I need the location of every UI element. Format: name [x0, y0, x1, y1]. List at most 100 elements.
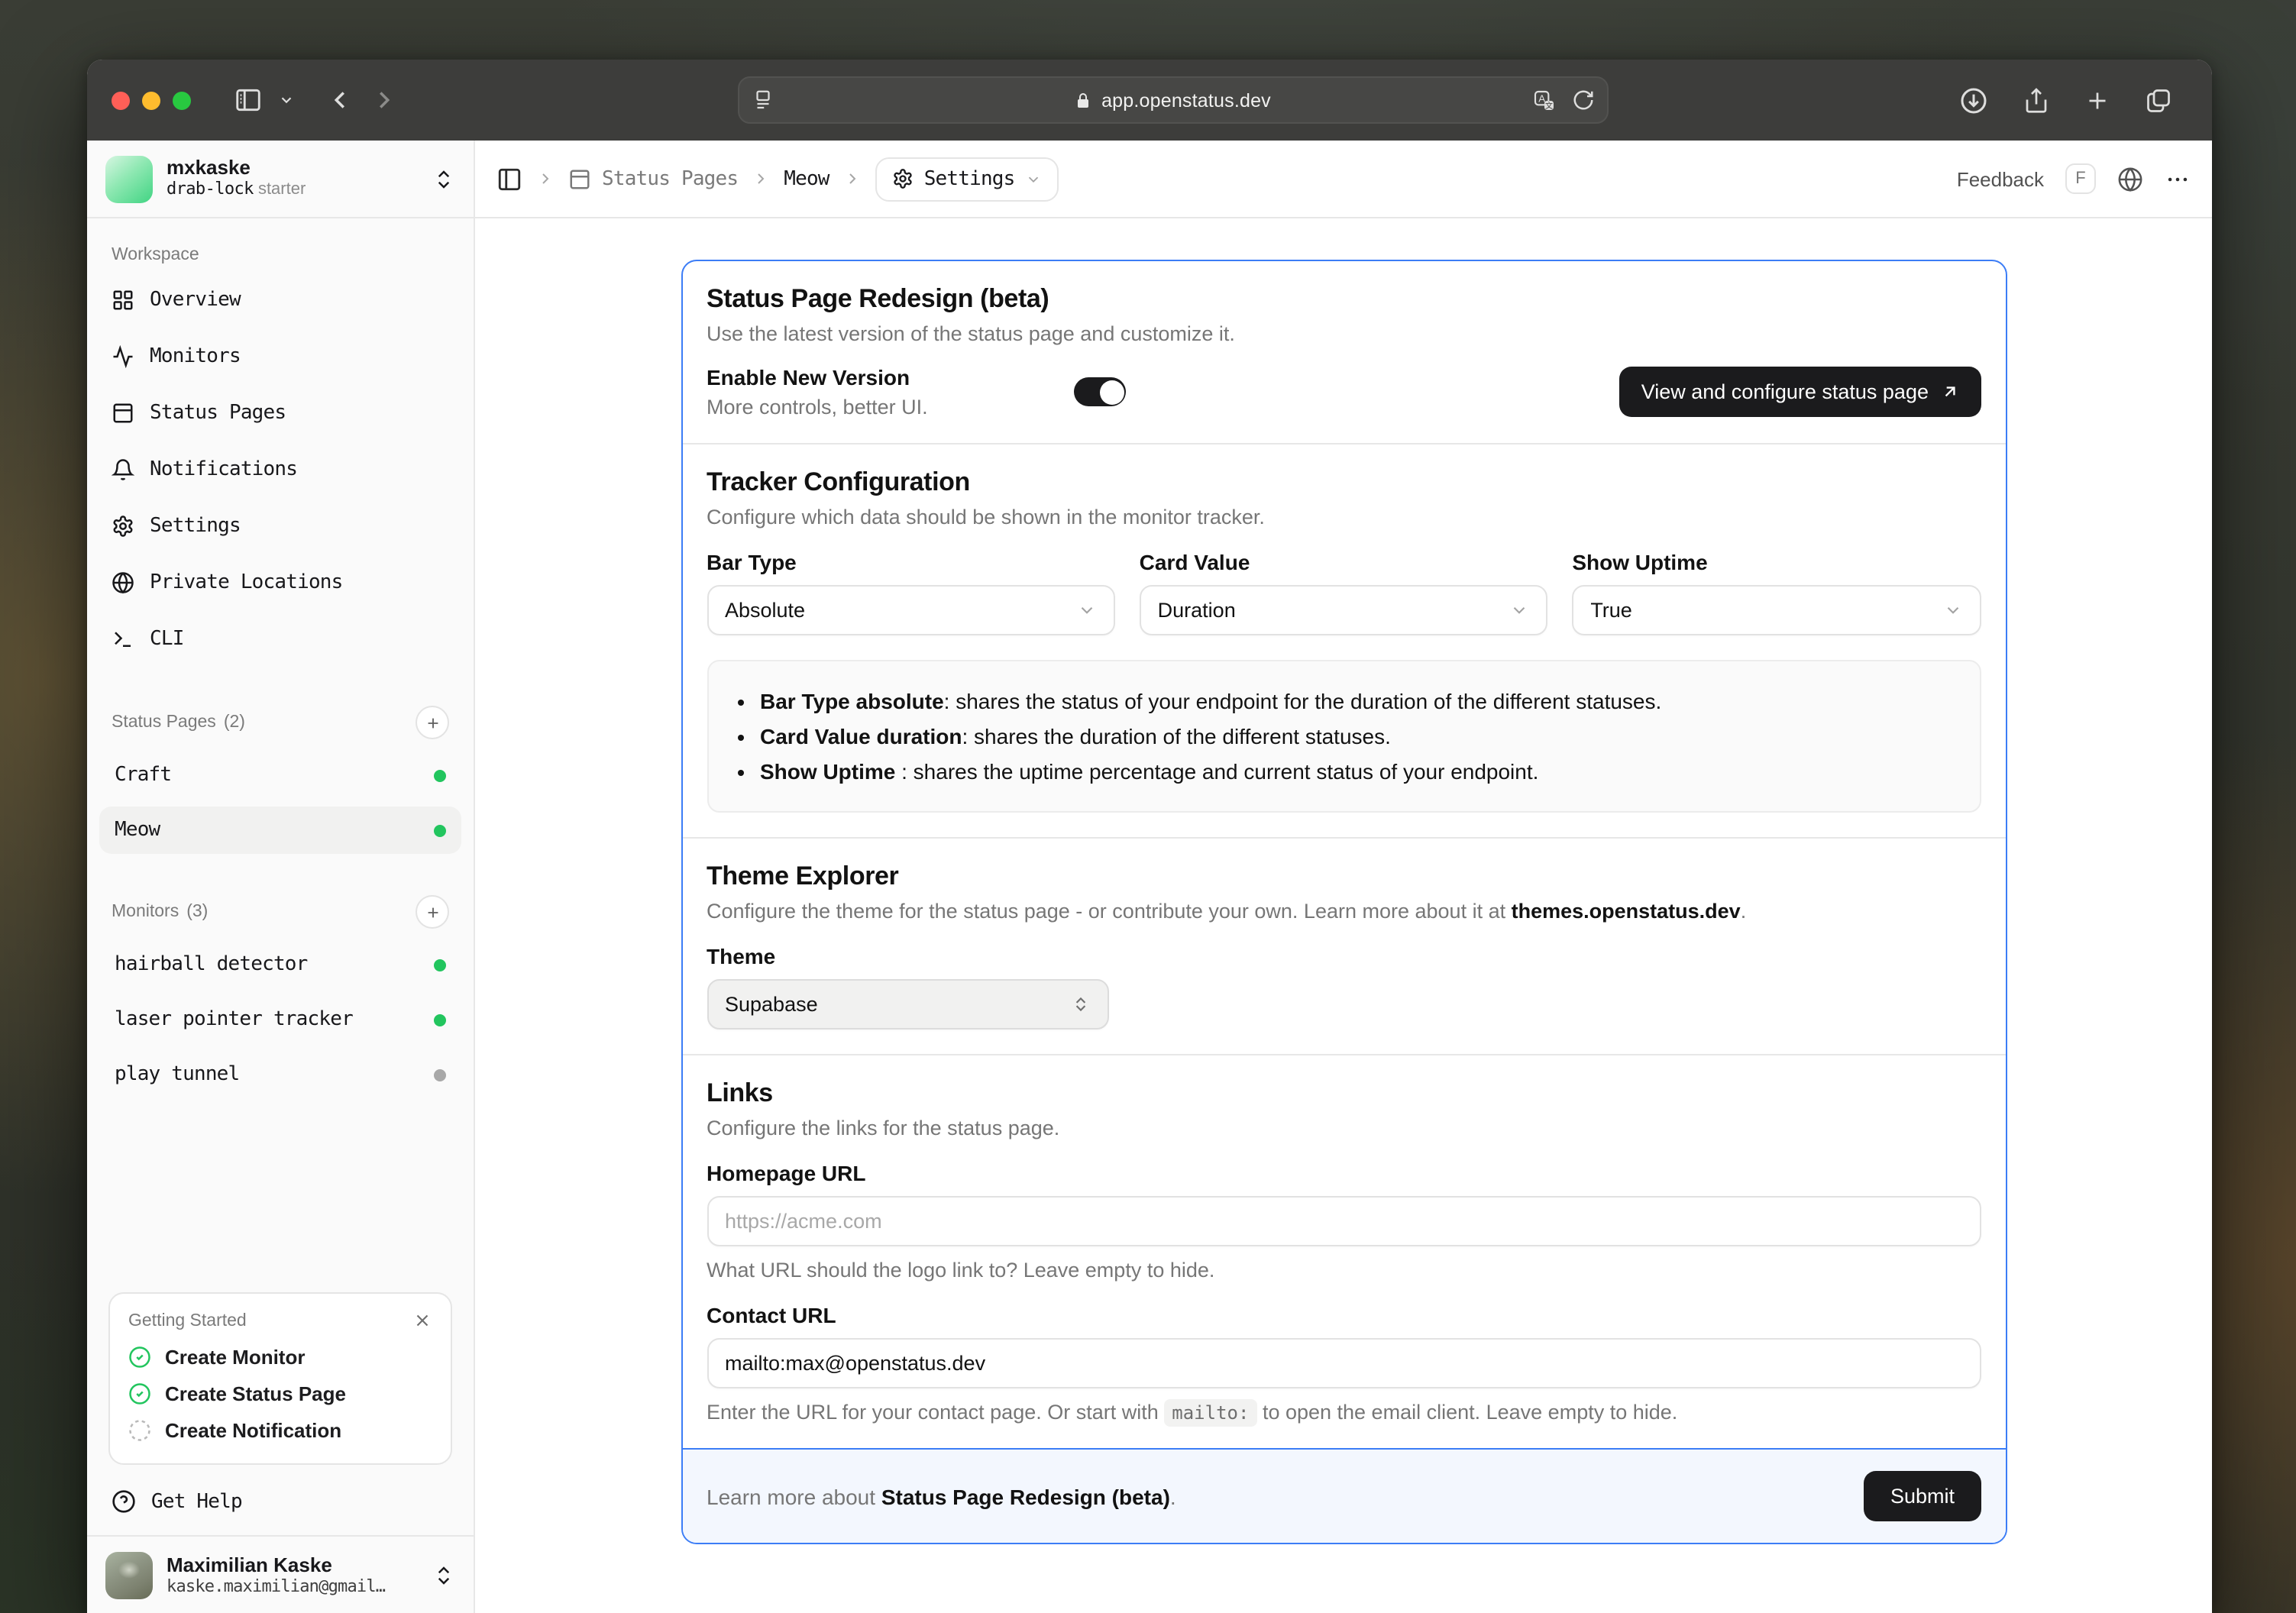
- chevron-down-icon: [1077, 600, 1097, 620]
- status-dot-operational: [434, 824, 446, 836]
- themes-link[interactable]: themes.openstatus.dev: [1512, 900, 1741, 923]
- section-links: Links Configure the links for the status…: [682, 1054, 2005, 1448]
- sidebar-item-monitors[interactable]: Monitors: [99, 333, 461, 379]
- view-configure-status-page-button[interactable]: View and configure status page: [1619, 367, 1981, 417]
- panel-top-icon: [568, 167, 591, 190]
- lock-icon: [1074, 91, 1092, 109]
- translate-icon[interactable]: A文: [1531, 88, 1556, 112]
- submit-button[interactable]: Submit: [1864, 1471, 1981, 1521]
- theme-select[interactable]: Supabase: [707, 979, 1108, 1030]
- section-status-page-redesign: Status Page Redesign (beta) Use the late…: [682, 261, 2005, 443]
- status-dot-active: [434, 1013, 446, 1026]
- enable-new-version-toggle[interactable]: [1074, 377, 1127, 406]
- forward-button-icon[interactable]: [370, 86, 399, 115]
- zoom-window-button[interactable]: [173, 91, 191, 109]
- tab-overview-icon[interactable]: [2145, 86, 2172, 114]
- panel-top-icon: [112, 401, 134, 424]
- user-menu[interactable]: Maximilian Kaske kaske.maximilian@gmail…: [87, 1535, 474, 1613]
- activity-icon: [112, 344, 134, 367]
- tracker-notes: Bar Type absolute: shares the status of …: [707, 660, 1981, 813]
- back-button-icon[interactable]: [325, 86, 354, 115]
- note-item: Show Uptime : shares the uptime percenta…: [760, 759, 1955, 784]
- monitor-item-laser-pointer-tracker[interactable]: laser pointer tracker: [99, 996, 461, 1043]
- mailto-code-chip: mailto:: [1164, 1399, 1257, 1427]
- downloads-icon[interactable]: [1958, 85, 1989, 115]
- sidebar-item-private-locations[interactable]: Private Locations: [99, 559, 461, 605]
- breadcrumb-status-pages[interactable]: Status Pages: [568, 167, 739, 190]
- get-help-link[interactable]: Get Help: [112, 1489, 452, 1514]
- sidebar-item-status-pages[interactable]: Status Pages: [99, 390, 461, 435]
- contact-url-label: Contact URL: [707, 1303, 836, 1327]
- getting-started-create-status-page[interactable]: Create Status Page: [128, 1382, 432, 1405]
- section-title: Links: [707, 1078, 773, 1107]
- circle-check-icon: [128, 1382, 151, 1405]
- share-icon[interactable]: [2023, 86, 2050, 114]
- tab-group-chevron-icon[interactable]: [278, 92, 295, 108]
- contact-url-input[interactable]: [707, 1338, 1981, 1388]
- sidebar-item-settings[interactable]: Settings: [99, 503, 461, 548]
- sidebar-item-cli[interactable]: CLI: [99, 616, 461, 661]
- add-status-page-button[interactable]: [416, 706, 449, 739]
- getting-started-create-notification[interactable]: Create Notification: [128, 1419, 432, 1442]
- browser-sidebar-toggle-icon[interactable]: [234, 86, 263, 115]
- monitor-item-play-tunnel[interactable]: play tunnel: [99, 1051, 461, 1098]
- add-monitor-button[interactable]: [416, 895, 449, 929]
- breadcrumb-meow[interactable]: Meow: [784, 167, 829, 190]
- workspace-avatar: [105, 155, 153, 202]
- homepage-url-input[interactable]: [707, 1196, 1981, 1246]
- bar-type-label: Bar Type: [707, 550, 797, 574]
- section-theme-explorer: Theme Explorer Configure the theme for t…: [682, 837, 2005, 1054]
- sidebar-item-overview[interactable]: Overview: [99, 276, 461, 322]
- enable-new-version-description: More controls, better UI.: [707, 396, 928, 419]
- layout-grid-icon: [112, 288, 134, 311]
- reload-icon[interactable]: [1571, 89, 1594, 112]
- workspace-switcher[interactable]: mxkaske drab-lock starter: [87, 141, 474, 218]
- card-value-select[interactable]: Duration: [1139, 585, 1548, 635]
- card-footer: Learn more about Status Page Redesign (b…: [682, 1448, 2005, 1543]
- svg-text:A: A: [1538, 92, 1544, 103]
- status-dot-inactive: [434, 1068, 446, 1081]
- more-menu-icon[interactable]: [2165, 166, 2191, 192]
- avatar: [105, 1551, 153, 1598]
- chevron-right-icon: [843, 170, 862, 188]
- workspace-name: mxkaske: [167, 156, 251, 179]
- minimize-window-button[interactable]: [142, 91, 160, 109]
- section-description: Use the latest version of the status pag…: [707, 322, 1235, 345]
- sidebar-item-notifications[interactable]: Notifications: [99, 446, 461, 492]
- getting-started-card: Getting Started Create Monitor Create St…: [108, 1292, 452, 1465]
- globe-icon[interactable]: [2117, 166, 2143, 192]
- circle-dashed-icon: [128, 1419, 151, 1442]
- address-bar[interactable]: app.openstatus.dev A文: [737, 76, 1608, 124]
- chevrons-up-down-icon: [1070, 994, 1090, 1014]
- footer-text: Learn more about Status Page Redesign (b…: [707, 1484, 1176, 1508]
- traffic-lights: [112, 91, 191, 109]
- terminal-icon: [112, 627, 134, 650]
- chevron-down-icon: [1026, 170, 1043, 187]
- panel-left-toggle-icon[interactable]: [496, 166, 522, 192]
- chevron-down-icon: [1509, 600, 1529, 620]
- close-icon[interactable]: [412, 1311, 432, 1330]
- bar-type-select[interactable]: Absolute: [707, 585, 1115, 635]
- section-description: Configure which data should be shown in …: [707, 506, 1265, 529]
- chevron-right-icon: [536, 170, 555, 188]
- user-name: Maximilian Kaske: [167, 1553, 332, 1576]
- breadcrumb-settings-dropdown[interactable]: Settings: [875, 157, 1059, 201]
- status-page-settings-card: Status Page Redesign (beta) Use the late…: [681, 260, 2007, 1544]
- show-uptime-select[interactable]: True: [1572, 585, 1981, 635]
- section-title: Theme Explorer: [707, 861, 899, 891]
- chevron-right-icon: [752, 170, 770, 188]
- monitor-item-hairball-detector[interactable]: hairball detector: [99, 941, 461, 988]
- status-page-item-meow[interactable]: Meow: [99, 806, 461, 854]
- chevron-down-icon: [1942, 600, 1962, 620]
- note-item: Card Value duration: shares the duration…: [760, 724, 1955, 748]
- getting-started-title: Getting Started: [128, 1311, 247, 1330]
- close-window-button[interactable]: [112, 91, 130, 109]
- page-settings-icon[interactable]: [751, 89, 774, 112]
- new-tab-icon[interactable]: [2084, 86, 2111, 114]
- feedback-button[interactable]: Feedback: [1957, 167, 2044, 190]
- status-page-item-craft[interactable]: Craft: [99, 752, 461, 799]
- section-title: Status Page Redesign (beta): [707, 284, 1049, 313]
- enable-new-version-label: Enable New Version: [707, 365, 910, 390]
- homepage-url-hint: What URL should the logo link to? Leave …: [707, 1259, 1215, 1282]
- getting-started-create-monitor[interactable]: Create Monitor: [128, 1346, 432, 1369]
